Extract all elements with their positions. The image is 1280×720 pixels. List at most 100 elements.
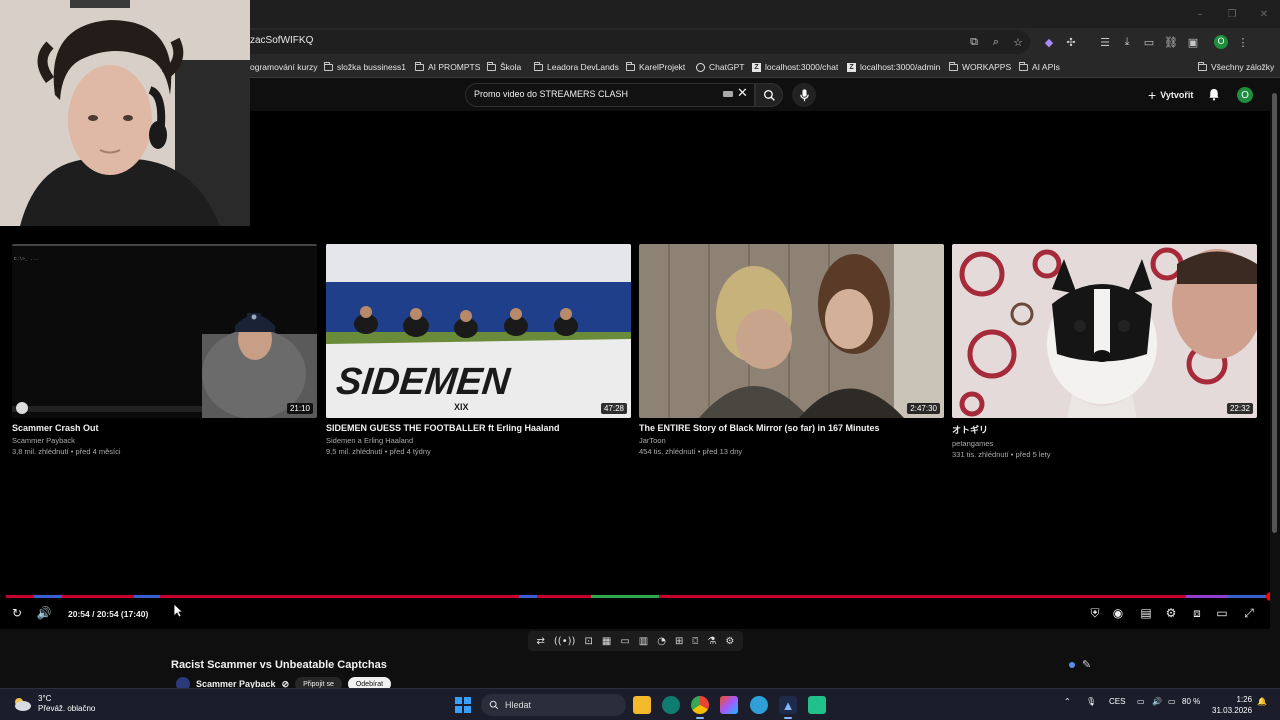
extensions-puzzle-icon[interactable]: ✣ [1060,31,1082,53]
video-thumbnail[interactable]: C:\>_ ... 21:10 [12,244,317,418]
card-title[interactable]: オトギリ [952,423,1257,436]
card-title[interactable]: Scammer Crash Out [12,423,317,433]
all-bookmarks[interactable]: Všechny záložky [1198,60,1274,74]
bookmark-item[interactable]: AI APIs [1019,60,1060,74]
scrollbar-thumb[interactable] [1272,93,1277,533]
add-icon[interactable]: ⊞ [675,636,683,647]
bookmark-label: ChatGPT [709,62,745,72]
gear-icon[interactable]: ⚙ [725,636,734,647]
omnibox[interactable] [240,30,1030,54]
card-channel[interactable]: Sidemen a Erling Haaland [326,436,631,445]
bookmark-item[interactable]: ogramování kurzy [250,60,318,74]
cast-icon[interactable]: ▭ [1213,604,1231,622]
card-title[interactable]: SIDEMEN GUESS THE FOOTBALLER ft Erling H… [326,423,631,433]
zoom-icon[interactable]: ⌕ [985,31,1007,53]
video-thumbnail[interactable]: 2:47:30 [639,244,944,418]
extension-icon[interactable]: ☰ [1094,31,1116,53]
edge-icon[interactable] [662,696,680,714]
bookmark-item[interactable]: AI PROMPTS [415,60,480,74]
clapper-icon[interactable]: ▦ [602,636,611,647]
volume-icon[interactable]: 🔊 [1152,697,1162,706]
battery-icon[interactable]: ▭ [1168,697,1176,706]
endscreen-video-card[interactable]: 2:47:30 The ENTIRE Story of Black Mirror… [639,244,944,456]
chrome-icon[interactable] [691,696,709,714]
video-thumbnail[interactable]: SIDEMEN XIX 47:28 [326,244,631,418]
bookmark-item[interactable]: Zlocalhost:3000/chat [752,60,838,74]
url-text[interactable]: zacSofWIFKQ [250,35,313,46]
menu-kebab-icon[interactable]: ⋮ [1232,31,1254,53]
speed-icon[interactable]: ◔ [657,636,666,647]
cursor-app-icon[interactable]: ▲ [779,696,797,714]
bookmark-item[interactable]: KarelProjekt [626,60,685,74]
broadcast-icon[interactable]: ((•)) [554,636,576,647]
install-app-icon[interactable]: ⧉ [963,31,985,53]
language-indicator[interactable]: CES [1109,697,1125,706]
endscreen-video-card[interactable]: C:\>_ ... 21:10 Scammer Crash Out Scamme… [12,244,317,456]
bookmark-item[interactable]: ChatGPT [696,60,744,74]
miniplayer-icon[interactable]: ⧈ [1188,604,1206,622]
bookmark-item[interactable]: Škola [487,60,521,74]
video-thumbnail[interactable]: 22:32 [952,244,1257,418]
card-channel[interactable]: Scammer Payback [12,436,317,445]
clear-search-icon[interactable]: ✕ [737,86,748,101]
card-channel[interactable]: petangames [952,439,1257,448]
windows-logo-icon [455,697,462,704]
page-scrollbar[interactable] [1270,79,1280,688]
bookmark-label: Škola [500,62,522,72]
search-query[interactable]: Promo video do STREAMERS CLASH [474,89,628,99]
video-title: Racist Scammer vs Unbeatable Captchas [171,659,387,671]
fullscreen-icon[interactable]: ⤢ [1240,604,1258,622]
start-button[interactable] [455,697,471,713]
keyboard-icon[interactable] [723,91,733,97]
bookmark-star-icon[interactable]: ☆ [1007,31,1029,53]
browser-icon[interactable] [750,696,768,714]
weather-widget[interactable]: 3°C Převáž. oblačno [12,694,95,714]
progress-bar[interactable] [6,592,1275,601]
voice-search-button[interactable] [792,83,816,107]
system-clock[interactable]: 1:26 31.03.2026 [1212,694,1252,716]
shield-icon[interactable]: ⛨ [1086,604,1104,622]
notification-bell-icon[interactable]: 🔔 [1257,697,1267,706]
subtitles-icon[interactable]: ▤ [1137,604,1155,622]
replay-icon[interactable]: ↻ [8,604,26,622]
close-icon[interactable]: ✕ [1248,0,1280,28]
layout-icon[interactable]: ▥ [639,636,648,647]
extension-diamond-icon[interactable]: ◆ [1038,31,1060,53]
create-button[interactable]: + Vytvořit [1148,85,1193,105]
settings-gear-icon[interactable]: ⚙ [1162,604,1180,622]
volume-icon[interactable]: 🔊 [35,604,53,622]
minimize-icon[interactable]: – [1184,0,1216,28]
display-icon[interactable]: ▭ [1137,697,1145,706]
account-avatar[interactable]: O [1237,87,1253,103]
bookmark-item[interactable]: Leadora DevLands [534,60,619,74]
bookmark-item[interactable]: WORKAPPS [949,60,1011,74]
flask-icon[interactable]: ⚗ [707,636,716,647]
endscreen-video-card[interactable]: 22:32 オトギリ petangames 331 tis. zhlédnutí… [952,244,1257,459]
file-explorer-icon[interactable] [633,696,651,714]
endscreen-video-card[interactable]: SIDEMEN XIX 47:28 SIDEMEN GUESS THE FOOT… [326,244,631,456]
restore-icon[interactable]: ❐ [1216,0,1248,28]
pencil-icon[interactable]: ✎ [1082,658,1091,671]
figma-icon[interactable] [720,696,738,714]
webcam-icon[interactable]: ⊡ [584,636,592,647]
camera-icon[interactable]: ⌼ [692,636,698,647]
screen-icon[interactable]: ▭ [620,636,629,647]
card-channel[interactable]: JarToon [639,436,944,445]
link-icon[interactable]: ⛓ [1160,31,1182,53]
microphone-icon[interactable]: 🎙 [1086,697,1096,706]
profile-icon[interactable]: O [1210,31,1232,53]
search-button[interactable] [755,83,783,107]
bookmark-item[interactable]: Zlocalhost:3000/admin [847,60,940,74]
active-indicator [784,717,792,719]
autoplay-toggle-icon[interactable]: ◉ [1109,604,1127,622]
bookmark-item[interactable]: složka bussiness1 [324,60,406,74]
downloads-icon[interactable]: ⤓ [1116,31,1138,53]
cast-icon[interactable]: ▭ [1138,31,1160,53]
taskbar-search[interactable]: Hledat [481,694,626,716]
side-panel-icon[interactable]: ▣ [1182,31,1204,53]
card-title[interactable]: The ENTIRE Story of Black Mirror (so far… [639,423,944,433]
tray-chevron-icon[interactable]: ⌃ [1064,697,1071,706]
notifications-button[interactable] [1208,88,1220,106]
loop-icon[interactable]: ⇄ [537,636,545,647]
app-icon[interactable] [808,696,826,714]
